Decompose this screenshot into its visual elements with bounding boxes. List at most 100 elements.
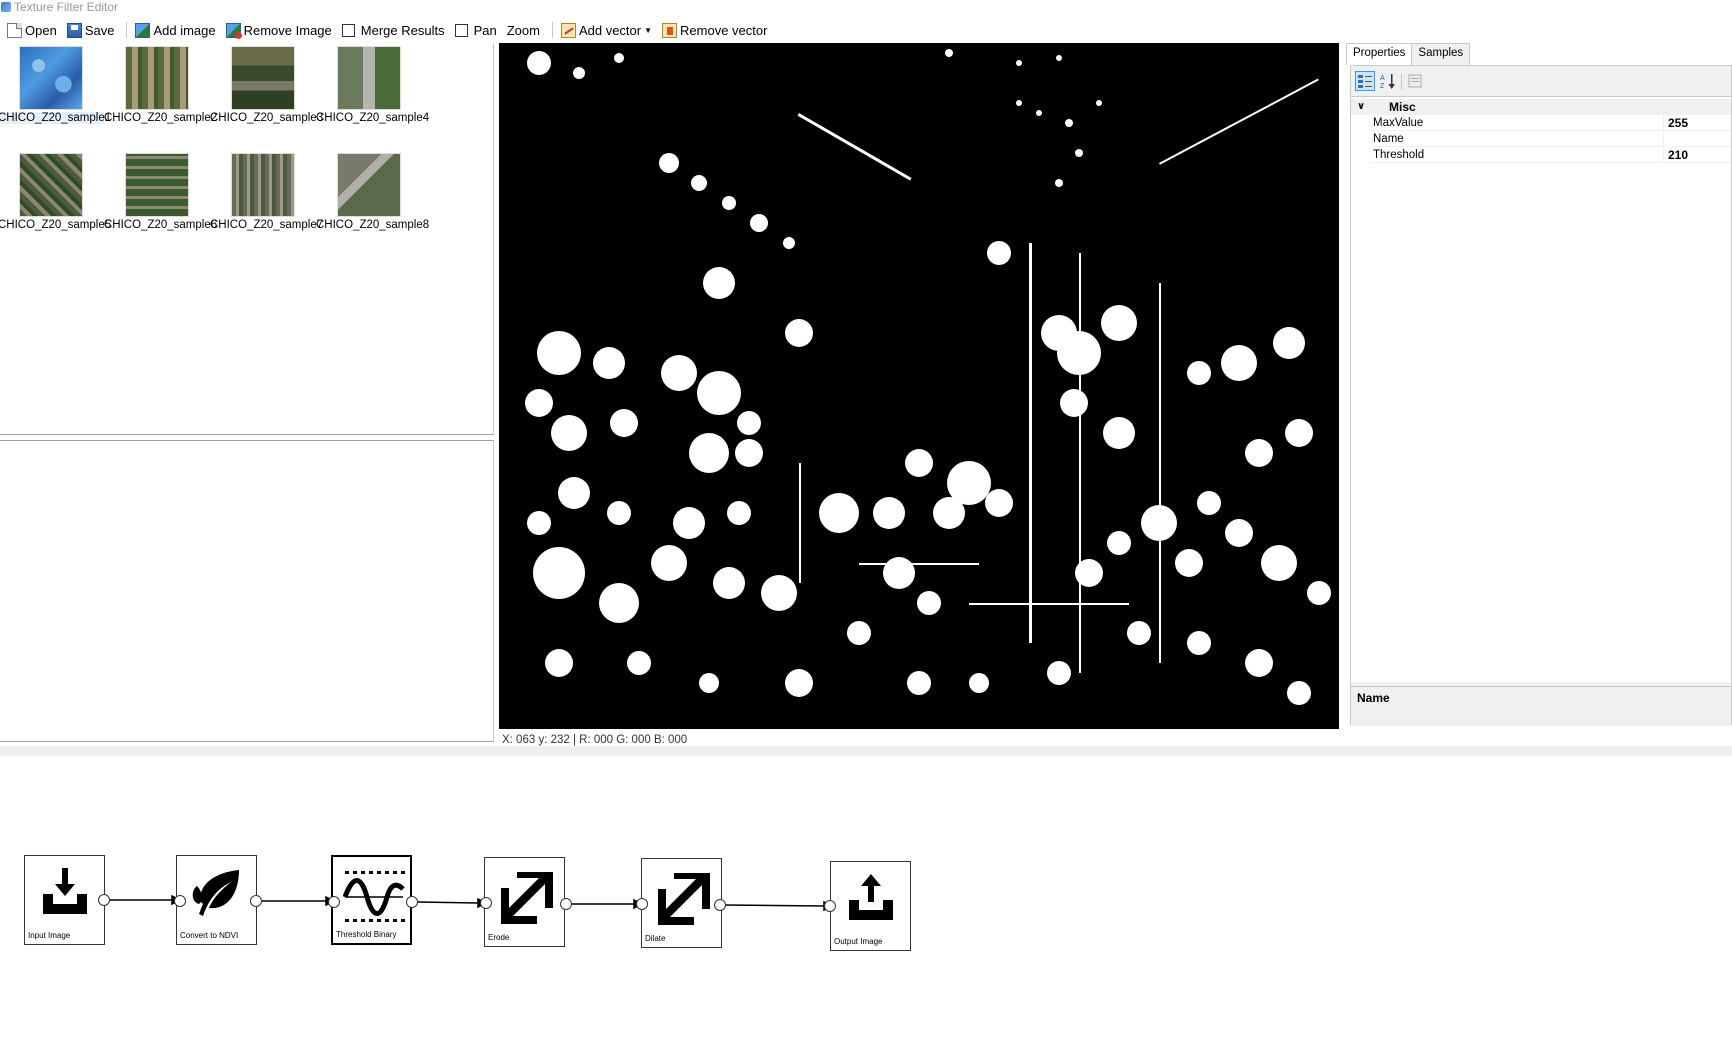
sample-image xyxy=(337,46,401,110)
sample-image xyxy=(125,153,189,217)
add-vector-icon xyxy=(560,22,576,38)
secondary-panel xyxy=(0,440,494,742)
toolbar-separator xyxy=(551,22,553,38)
node-label: Erode xyxy=(488,933,510,942)
zoom-label: Zoom xyxy=(506,22,540,38)
app-icon xyxy=(1,2,11,12)
add-vector-label: Add vector xyxy=(578,22,642,38)
input-port[interactable] xyxy=(824,900,836,912)
threshold-result-image xyxy=(499,43,1339,729)
node-input-image[interactable]: Input Image xyxy=(24,855,105,945)
expand-arrow-icon xyxy=(501,872,553,924)
input-port[interactable] xyxy=(174,895,186,907)
splitter-bar[interactable] xyxy=(0,746,1732,756)
category-misc[interactable]: ∨ Misc xyxy=(1351,99,1731,115)
collapse-chevron-icon[interactable]: ∨ xyxy=(1357,99,1365,115)
category-label: Misc xyxy=(1389,100,1416,114)
remove-vector-label: Remove vector xyxy=(680,22,768,38)
property-row-maxvalue[interactable]: MaxValue 255 xyxy=(1371,115,1731,131)
output-port[interactable] xyxy=(250,895,262,907)
svg-text:A: A xyxy=(1380,75,1385,82)
sample-thumbnail[interactable]: CHICO_Z20_sample2 xyxy=(104,46,218,124)
download-tray-icon xyxy=(43,868,87,914)
title-bar: Texture Filter Editor xyxy=(0,0,1732,15)
add-vector-button[interactable]: Add vector ▼ xyxy=(558,19,655,41)
property-value[interactable]: 255 xyxy=(1668,115,1688,131)
expand-arrow-icon xyxy=(658,873,710,925)
pipeline-canvas[interactable]: Input Image Convert to NDVI Threshold Bi… xyxy=(0,756,1732,1056)
property-value[interactable]: 210 xyxy=(1668,147,1688,163)
output-port[interactable] xyxy=(406,896,418,908)
sample-image xyxy=(231,153,295,217)
tab-properties[interactable]: Properties xyxy=(1346,43,1413,65)
node-label: Output Image xyxy=(834,937,883,946)
pan-toggle[interactable]: Pan xyxy=(452,19,500,41)
node-dilate[interactable]: Dilate xyxy=(641,858,722,948)
property-key: Threshold xyxy=(1373,149,1425,161)
sort-az-icon: A Z xyxy=(1380,74,1395,90)
toolbar: Open Save Add image Remove Image Merge R… xyxy=(0,18,1732,42)
dropdown-caret-icon[interactable]: ▼ xyxy=(644,26,652,35)
description-title: Name xyxy=(1357,691,1390,705)
output-port[interactable] xyxy=(560,898,572,910)
sample-thumbnail[interactable]: CHICO_Z20_sample6 xyxy=(104,153,218,231)
pan-label: Pan xyxy=(473,22,497,38)
sample-thumbnail[interactable]: CHICO_Z20_sample8 xyxy=(316,153,429,231)
input-port[interactable] xyxy=(636,898,648,910)
sample-label: CHICO_Z20_sample5 xyxy=(0,219,112,231)
sample-label: CHICO_Z20_sample1 xyxy=(0,112,112,124)
property-pages-button[interactable] xyxy=(1405,71,1425,91)
zoom-button[interactable]: Zoom xyxy=(504,19,543,41)
open-button[interactable]: Open xyxy=(4,19,60,41)
add-image-button[interactable]: Add image xyxy=(132,19,218,41)
svg-text:Z: Z xyxy=(1380,83,1385,90)
node-convert-ndvi[interactable]: Convert to NDVI xyxy=(176,855,257,945)
add-image-icon xyxy=(135,22,151,38)
alphabetical-view-button[interactable]: A Z xyxy=(1378,71,1398,91)
sample-image xyxy=(125,46,189,110)
sample-thumbnail[interactable]: CHICO_Z20_sample3 xyxy=(210,46,324,124)
output-port[interactable] xyxy=(714,899,726,911)
sample-thumbnail[interactable]: CHICO_Z20_sample7 xyxy=(210,153,324,231)
merge-results-toggle[interactable]: Merge Results xyxy=(339,19,448,41)
sample-label: CHICO_Z20_sample4 xyxy=(316,112,430,124)
sample-thumbnail[interactable]: CHICO_Z20_sample4 xyxy=(316,46,430,124)
tab-samples[interactable]: Samples xyxy=(1411,43,1471,65)
categorized-view-button[interactable] xyxy=(1355,71,1375,91)
property-grid: A Z ∨ Misc MaxValue 255 Name Threshold 2… xyxy=(1350,65,1732,726)
output-port[interactable] xyxy=(98,894,110,906)
input-port[interactable] xyxy=(328,896,340,908)
node-output-image[interactable]: Output Image xyxy=(830,861,911,951)
sample-image xyxy=(231,46,295,110)
sample-label: CHICO_Z20_sample3 xyxy=(210,112,324,124)
remove-vector-icon xyxy=(662,22,678,38)
save-label: Save xyxy=(84,22,115,38)
sample-label: CHICO_Z20_sample2 xyxy=(104,112,218,124)
sample-label: CHICO_Z20_sample7 xyxy=(210,219,324,231)
property-row-name[interactable]: Name xyxy=(1371,131,1731,147)
node-erode[interactable]: Erode xyxy=(484,857,565,947)
node-threshold-binary[interactable]: Threshold Binary xyxy=(331,855,412,945)
sample-thumbnail[interactable]: CHICO_Z20_sample5 xyxy=(0,153,112,231)
sample-image xyxy=(19,153,83,217)
save-button[interactable]: Save xyxy=(64,19,118,41)
remove-vector-button[interactable]: Remove vector xyxy=(659,19,770,41)
sample-list: CHICO_Z20_sample1 CHICO_Z20_sample2 CHIC… xyxy=(0,43,494,435)
node-label: Dilate xyxy=(645,934,666,943)
image-viewer[interactable] xyxy=(499,43,1339,729)
property-pages-icon xyxy=(1408,74,1422,88)
categorized-icon xyxy=(1358,75,1372,88)
add-image-label: Add image xyxy=(153,22,216,38)
sample-thumbnail[interactable]: CHICO_Z20_sample1 xyxy=(0,46,112,124)
sample-label: CHICO_Z20_sample6 xyxy=(104,219,218,231)
input-port[interactable] xyxy=(480,897,492,909)
merge-results-checkbox[interactable] xyxy=(341,23,355,37)
node-label: Threshold Binary xyxy=(336,930,397,939)
remove-image-button[interactable]: Remove Image xyxy=(223,19,335,41)
pan-checkbox[interactable] xyxy=(454,23,468,37)
property-row-threshold[interactable]: Threshold 210 xyxy=(1371,147,1731,163)
column-divider xyxy=(1663,115,1664,131)
property-rows: ∨ Misc MaxValue 255 Name Threshold 210 xyxy=(1351,96,1731,682)
document-icon xyxy=(7,22,22,38)
sample-image xyxy=(19,46,83,110)
